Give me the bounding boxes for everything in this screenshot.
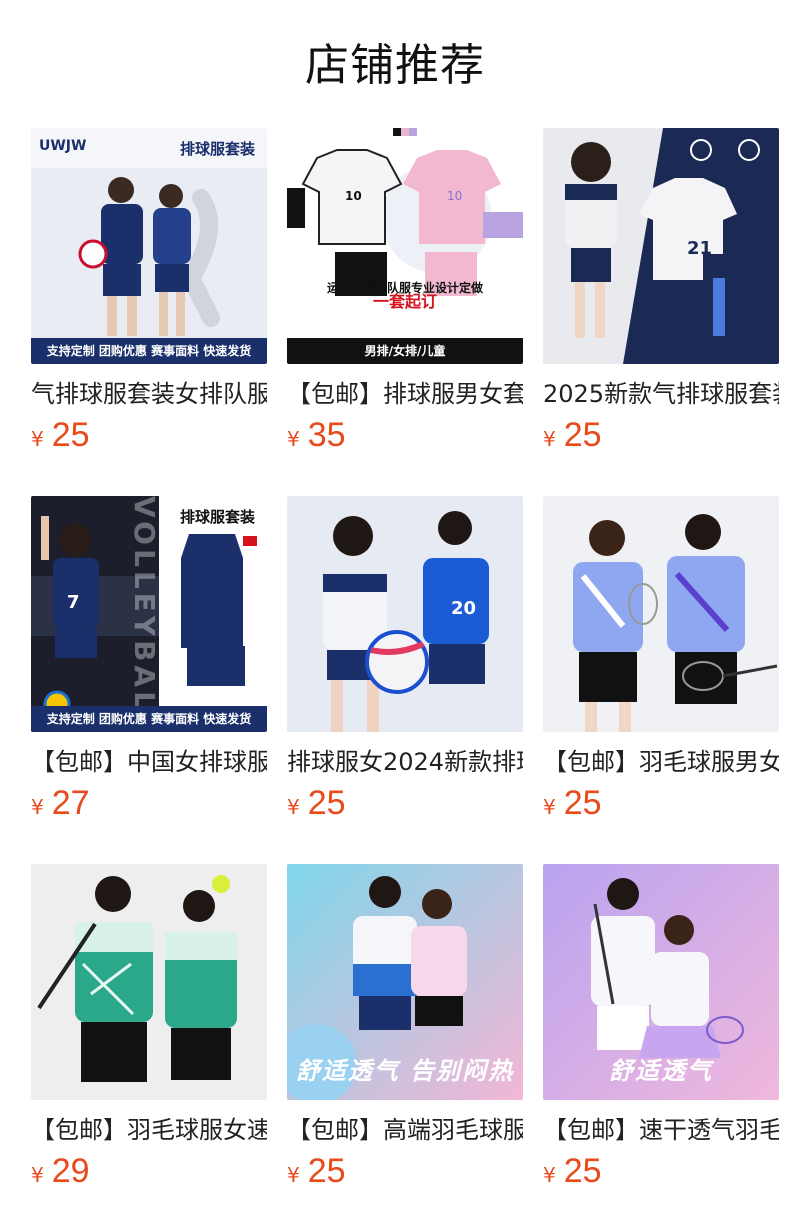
product-image[interactable] (31, 864, 267, 1100)
product-price: ¥ 25 (543, 1152, 779, 1192)
product-title[interactable]: 【包邮】速干透气羽毛球 (543, 1114, 779, 1146)
price-amount: 25 (563, 784, 602, 822)
thumb-vertical-text: VOLLEYBALL (131, 496, 161, 732)
thumb-tag: 排球服套装 (179, 140, 255, 158)
product-card[interactable]: 【包邮】羽毛球服女速干 ¥ 29 (31, 864, 267, 1192)
product-title[interactable]: 排球服女2024新款排球 (287, 746, 523, 778)
badminton-green-photo-icon (31, 864, 267, 1100)
product-price: ¥ 29 (31, 1152, 267, 1192)
product-image[interactable]: 20 (287, 496, 523, 732)
price-amount: 25 (563, 1152, 602, 1190)
product-price: ¥ 25 (31, 416, 267, 456)
product-image[interactable] (543, 496, 779, 732)
product-image[interactable]: UWJW 排球服套装 支持定制 团购优惠 赛事面料 快速发货 (31, 128, 267, 364)
currency-symbol: ¥ (287, 1163, 300, 1187)
thumb-tag: 排球服套装 (179, 508, 255, 526)
product-card[interactable]: 10 10 一套起订 运动级排球队服专业设计定做 男排/女排/儿童 【包邮】排球… (287, 128, 523, 456)
product-card[interactable]: 舒适透气 【包邮】速干透气羽毛球 ¥ 25 (543, 864, 779, 1192)
product-title[interactable]: 2025新款气排球服套装 (543, 378, 779, 410)
product-title[interactable]: 【包邮】羽毛球服男女 (543, 746, 779, 778)
volleyball-couple-photo-icon: 20 (287, 496, 523, 732)
price-amount: 27 (51, 784, 90, 822)
price-amount: 25 (307, 784, 346, 822)
product-image[interactable]: 7 VOLLEYBALL 排球服套装 支持定制 团购优惠 赛事面料 快速发货 (31, 496, 267, 732)
product-title[interactable]: 【包邮】中国女排球服 (31, 746, 267, 778)
product-title[interactable]: 【包邮】排球服男女套装 (287, 378, 523, 410)
price-amount: 29 (51, 1152, 90, 1190)
product-image[interactable]: 10 10 一套起订 运动级排球队服专业设计定做 男排/女排/儿童 (287, 128, 523, 364)
thumb-line1: 运动级排球队服专业设计定做 (326, 281, 483, 295)
price-amount: 25 (563, 416, 602, 454)
page-title: 店铺推荐 (305, 40, 485, 91)
product-card[interactable]: 20 排球服女2024新款排球 ¥ 25 (287, 496, 523, 824)
product-image[interactable]: 舒适透气 告别闷热 (287, 864, 523, 1100)
currency-symbol: ¥ (543, 795, 556, 819)
price-amount: 35 (307, 416, 346, 454)
product-price: ¥ 25 (287, 1152, 523, 1192)
svg-text:21: 21 (687, 238, 712, 259)
thumb-slogan: 舒适透气 告别闷热 (295, 1057, 515, 1085)
product-card[interactable]: UWJW 排球服套装 支持定制 团购优惠 赛事面料 快速发货 气排球服套装女排队… (31, 128, 267, 456)
product-price: ¥ 35 (287, 416, 523, 456)
product-card[interactable]: 21 2025新款气排球服套装 ¥ 25 (543, 128, 779, 456)
product-title[interactable]: 【包邮】高端羽毛球服 (287, 1114, 523, 1146)
currency-symbol: ¥ (287, 795, 300, 819)
thumb-banner: 支持定制 团购优惠 赛事面料 快速发货 (31, 706, 267, 732)
currency-symbol: ¥ (543, 1163, 556, 1187)
jersey-flatlay-icon: 10 10 (287, 128, 523, 364)
volleyball-jersey-photo-icon: 21 (543, 128, 779, 364)
product-image[interactable]: 21 (543, 128, 779, 364)
thumb-line3: 男排/女排/儿童 (287, 338, 523, 364)
product-card[interactable]: 7 VOLLEYBALL 排球服套装 支持定制 团购优惠 赛事面料 快速发货 【… (31, 496, 267, 824)
product-image[interactable]: 舒适透气 (543, 864, 779, 1100)
currency-symbol: ¥ (31, 795, 44, 819)
currency-symbol: ¥ (31, 1163, 44, 1187)
product-title[interactable]: 【包邮】羽毛球服女速干 (31, 1114, 267, 1146)
product-price: ¥ 25 (543, 784, 779, 824)
thumb-banner: 支持定制 团购优惠 赛事面料 快速发货 (31, 338, 267, 364)
shop-recommend-header: 店铺推荐 (0, 0, 790, 128)
product-price: ¥ 25 (543, 416, 779, 456)
currency-symbol: ¥ (287, 427, 300, 451)
svg-text:7: 7 (67, 592, 80, 613)
currency-symbol: ¥ (31, 427, 44, 451)
product-title[interactable]: 气排球服套装女排队服 (31, 378, 267, 410)
price-amount: 25 (307, 1152, 346, 1190)
product-price: ¥ 25 (287, 784, 523, 824)
thumb-slogan: 舒适透气 (609, 1057, 713, 1085)
product-card[interactable]: 舒适透气 告别闷热 【包邮】高端羽毛球服 ¥ 25 (287, 864, 523, 1192)
svg-text:10: 10 (447, 189, 462, 203)
currency-symbol: ¥ (543, 427, 556, 451)
svg-text:20: 20 (451, 598, 476, 619)
badminton-couple-photo-icon (543, 496, 779, 732)
svg-text:10: 10 (345, 189, 362, 203)
product-card[interactable]: 【包邮】羽毛球服男女 ¥ 25 (543, 496, 779, 824)
volleyball-player-photo-icon: UWJW (31, 128, 267, 364)
price-amount: 25 (51, 416, 90, 454)
product-price: ¥ 27 (31, 784, 267, 824)
